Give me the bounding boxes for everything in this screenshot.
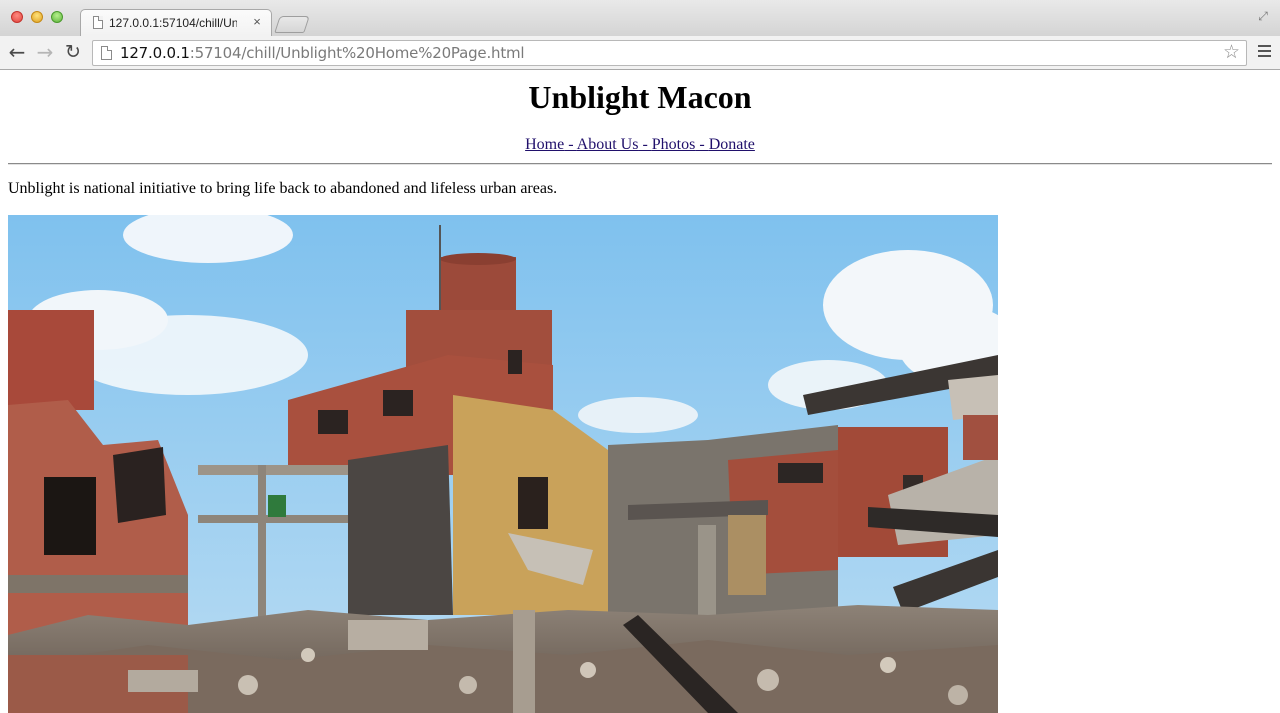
zoom-window-button[interactable] [51, 11, 63, 23]
nav-link-photos[interactable]: Photos - [652, 136, 709, 153]
fullscreen-icon[interactable]: ⤢ [1256, 9, 1270, 23]
close-tab-icon[interactable]: × [251, 15, 263, 29]
close-window-button[interactable] [11, 11, 23, 23]
intro-text: Unblight is national initiative to bring… [8, 180, 558, 197]
horizontal-rule [8, 163, 1272, 165]
minimize-window-button[interactable] [31, 11, 43, 23]
nav-link-donate[interactable]: Donate [709, 136, 755, 153]
page-title: Unblight Macon [528, 79, 752, 115]
page-icon [93, 16, 103, 29]
tab-title: 127.0.0.1:57104/chill/Unblight Home Page… [109, 16, 237, 30]
title-bar: 127.0.0.1:57104/chill/Unblight Home Page… [0, 0, 1280, 36]
page-content: Unblight Macon Home - About Us - Photos … [0, 70, 1280, 713]
menu-icon[interactable] [1258, 45, 1271, 59]
bookmark-star-icon[interactable]: ☆ [1223, 42, 1240, 64]
new-tab-button[interactable] [274, 16, 310, 33]
address-bar[interactable]: 127.0.0.1:57104/chill/Unblight%20Home%20… [92, 40, 1247, 66]
hero-image [8, 215, 998, 713]
forward-arrow-icon[interactable]: → [34, 41, 56, 63]
browser-toolbar: ← → ↻ 127.0.0.1:57104/chill/Unblight%20H… [0, 36, 1280, 70]
reload-icon[interactable]: ↻ [62, 41, 84, 63]
back-arrow-icon[interactable]: ← [6, 41, 28, 63]
nav-link-home[interactable]: Home - [525, 136, 577, 153]
page-icon [101, 46, 112, 60]
browser-tab[interactable]: 127.0.0.1:57104/chill/Unblight Home Page… [80, 9, 272, 36]
url-text[interactable]: 127.0.0.1:57104/chill/Unblight%20Home%20… [120, 44, 525, 62]
site-nav: Home - About Us - Photos - Donate [0, 136, 1280, 154]
nav-link-about[interactable]: About Us - [577, 136, 652, 153]
